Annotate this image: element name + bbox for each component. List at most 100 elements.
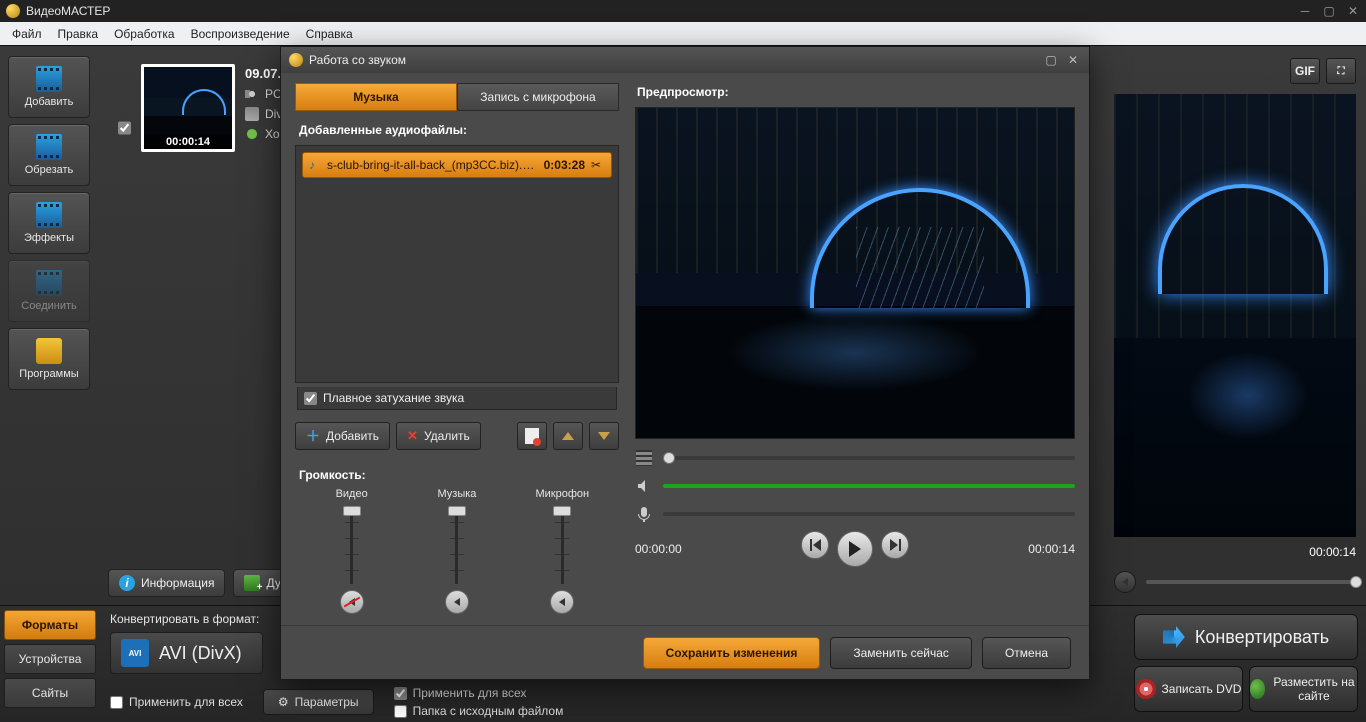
fade-checkbox[interactable]: Плавное затухание звука	[297, 387, 617, 410]
transport: 00:00:00 00:00:14	[635, 531, 1075, 567]
vslider-video-track[interactable]	[345, 506, 359, 584]
dialog-preview[interactable]	[635, 107, 1075, 439]
dialog-left: Музыка Запись с микрофона Добавленные ау…	[295, 83, 619, 615]
dialog-titlebar[interactable]: Работа со звуком ▢ ✕	[281, 47, 1089, 73]
dialog-close-button[interactable]: ✕	[1065, 53, 1081, 67]
clip-thumbnail[interactable]: 00:00:14	[141, 64, 235, 152]
mute-video-button[interactable]	[340, 590, 364, 614]
burn-dvd-button[interactable]: Записать DVD	[1134, 666, 1243, 712]
ok-icon	[245, 127, 259, 141]
tool-programs[interactable]: Программы	[8, 328, 90, 390]
apply-all-check[interactable]: Применить для всех	[110, 695, 243, 709]
format-selector[interactable]: AVI AVI (DivX)	[110, 632, 263, 674]
arrow-up-icon	[562, 432, 574, 440]
tab-formats[interactable]: Форматы	[4, 610, 96, 640]
disk-icon	[245, 107, 259, 121]
list-buttons: ＋Добавить ✕Удалить	[295, 422, 619, 450]
fullscreen-button[interactable]: ⛶	[1326, 58, 1356, 84]
tool-join-label: Соединить	[21, 300, 77, 312]
vslider-mic: Микрофон	[517, 488, 607, 614]
app-title: ВидеоМАСТЕР	[26, 4, 1298, 18]
cancel-button[interactable]: Отмена	[982, 637, 1071, 669]
move-down-button[interactable]	[589, 422, 619, 450]
sheet-x-icon	[525, 428, 539, 444]
dialog-footer: Сохранить изменения Заменить сейчас Отме…	[281, 625, 1089, 679]
menu-edit[interactable]: Правка	[50, 24, 107, 44]
menu-file[interactable]: Файл	[4, 24, 50, 44]
dialog-restore-button[interactable]: ▢	[1043, 53, 1059, 67]
film-plus-icon	[36, 66, 62, 92]
mute-music-button[interactable]	[445, 590, 469, 614]
scissors-icon[interactable]: ✂	[591, 158, 605, 172]
move-up-button[interactable]	[553, 422, 583, 450]
tab-mic[interactable]: Запись с микрофона	[457, 83, 619, 111]
tool-add-label: Добавить	[25, 96, 74, 108]
volume-section-label: Громкость:	[299, 468, 619, 482]
menu-playback[interactable]: Воспроизведение	[183, 24, 298, 44]
tool-join[interactable]: Соединить	[8, 260, 90, 322]
tool-programs-label: Программы	[19, 368, 78, 380]
add-audio-button[interactable]: ＋Добавить	[295, 422, 390, 450]
dialog-title: Работа со звуком	[309, 53, 1037, 67]
main-preview[interactable]	[1114, 94, 1356, 537]
save-button[interactable]: Сохранить изменения	[643, 637, 821, 669]
params-button[interactable]: ⚙Параметры	[263, 689, 374, 715]
volume-icon[interactable]	[1114, 571, 1136, 593]
vslider-mic-track[interactable]	[555, 506, 569, 584]
menubar: Файл Правка Обработка Воспроизведение Сп…	[0, 22, 1366, 45]
audio-track-icon	[635, 477, 653, 495]
vslider-music-track[interactable]	[450, 506, 464, 584]
main-volume-slider[interactable]	[1146, 580, 1356, 584]
next-button[interactable]	[881, 531, 909, 559]
audio-item[interactable]: ♪ s-club-bring-it-all-back_(mp3CC.biz).m…	[302, 152, 612, 178]
apply-all-check-2[interactable]: Применить для всех	[394, 686, 564, 700]
tool-effects[interactable]: Эффекты	[8, 192, 90, 254]
tab-music[interactable]: Музыка	[295, 83, 457, 111]
mute-mic-button[interactable]	[550, 590, 574, 614]
clip-checkbox[interactable]	[118, 104, 131, 152]
tab-devices[interactable]: Устройства	[4, 644, 96, 674]
menu-process[interactable]: Обработка	[106, 24, 183, 44]
duplicate-icon	[244, 575, 260, 591]
app-icon	[6, 4, 20, 18]
tab-sites[interactable]: Сайты	[4, 678, 96, 708]
convert-button[interactable]: Конвертировать	[1134, 614, 1358, 660]
minimize-button[interactable]: ─	[1298, 5, 1312, 17]
x-icon: ✕	[407, 428, 418, 444]
audio-dialog: Работа со звуком ▢ ✕ Музыка Запись с мик…	[280, 46, 1090, 680]
publish-button[interactable]: Разместить на сайте	[1249, 666, 1358, 712]
mic-track-slider[interactable]	[663, 512, 1075, 516]
dialog-right: Предпросмотр: 00:00:00 00:00:1	[635, 83, 1075, 615]
window-buttons: ─ ▢ ✕	[1298, 5, 1360, 17]
info-button[interactable]: iИнформация	[108, 569, 225, 597]
convert-arrow-icon	[1163, 626, 1185, 648]
main-time: 00:00:14	[1114, 545, 1356, 559]
bottom-right: Конвертировать Записать DVD Разместить н…	[1126, 606, 1366, 722]
audio-list: ♪ s-club-bring-it-all-back_(mp3CC.biz).m…	[295, 145, 619, 383]
replace-button[interactable]: Заменить сейчас	[830, 637, 972, 669]
maximize-button[interactable]: ▢	[1322, 5, 1336, 17]
dialog-tabs: Музыка Запись с микрофона	[295, 83, 619, 111]
vslider-music: Музыка	[412, 488, 502, 614]
close-button[interactable]: ✕	[1346, 5, 1360, 17]
audio-track-slider[interactable]	[663, 484, 1075, 488]
tool-cut[interactable]: Обрезать	[8, 124, 90, 186]
menu-help[interactable]: Справка	[298, 24, 361, 44]
titlebar: ВидеоМАСТЕР ─ ▢ ✕	[0, 0, 1366, 22]
clip-item[interactable]: 00:00:14 09.07. PC Div Хор	[118, 64, 286, 152]
video-track-slider[interactable]	[663, 456, 1075, 460]
clear-button[interactable]	[517, 422, 547, 450]
film-fx-icon	[36, 202, 62, 228]
tool-add[interactable]: Добавить	[8, 56, 90, 118]
added-files-label: Добавленные аудиофайлы:	[299, 123, 619, 137]
play-button[interactable]	[837, 531, 873, 567]
src-folder-check[interactable]: Папка с исходным файлом	[394, 704, 564, 718]
time-total: 00:00:14	[985, 542, 1075, 556]
main-preview-panel: GIF ⛶ 00:00:14	[1104, 46, 1366, 605]
delete-audio-button[interactable]: ✕Удалить	[396, 422, 481, 450]
audio-duration: 0:03:28	[544, 158, 585, 172]
audio-name: s-club-bring-it-all-back_(mp3CC.biz).mp3	[327, 158, 538, 172]
volume-sliders: Видео Музыка Микрофон	[295, 488, 619, 614]
prev-button[interactable]	[801, 531, 829, 559]
gif-button[interactable]: GIF	[1290, 58, 1320, 84]
